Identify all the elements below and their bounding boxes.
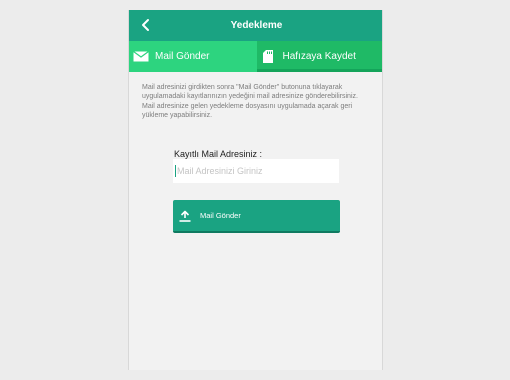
page-title: Yedekleme <box>230 20 283 31</box>
mail-icon <box>133 51 149 62</box>
active-tab-indicator <box>256 69 382 72</box>
tab-bar: Mail Gönder Hafızaya Kaydet <box>129 41 382 72</box>
text-cursor <box>175 165 176 177</box>
send-mail-button[interactable]: Mail Gönder <box>173 200 340 233</box>
app-header: Yedekleme <box>129 10 382 41</box>
upload-icon <box>179 210 191 222</box>
email-field-label: Kayıtlı Mail Adresiniz : <box>174 149 263 159</box>
phone-screen: Yedekleme Mail Gönder Hafızaya Kaydet Ma… <box>128 10 383 370</box>
tab-mail-send-label: Mail Gönder <box>155 51 210 62</box>
email-field[interactable] <box>173 159 339 183</box>
backup-description: Mail adresinizi girdikten sonra "Mail Gö… <box>142 84 358 120</box>
tab-mail-send[interactable]: Mail Gönder <box>129 41 257 72</box>
sd-card-icon <box>262 50 273 63</box>
tab-save-to-memory[interactable]: Hafızaya Kaydet <box>256 41 382 72</box>
tab-save-to-memory-label: Hafızaya Kaydet <box>282 51 356 62</box>
send-mail-button-label: Mail Gönder <box>200 211 241 220</box>
